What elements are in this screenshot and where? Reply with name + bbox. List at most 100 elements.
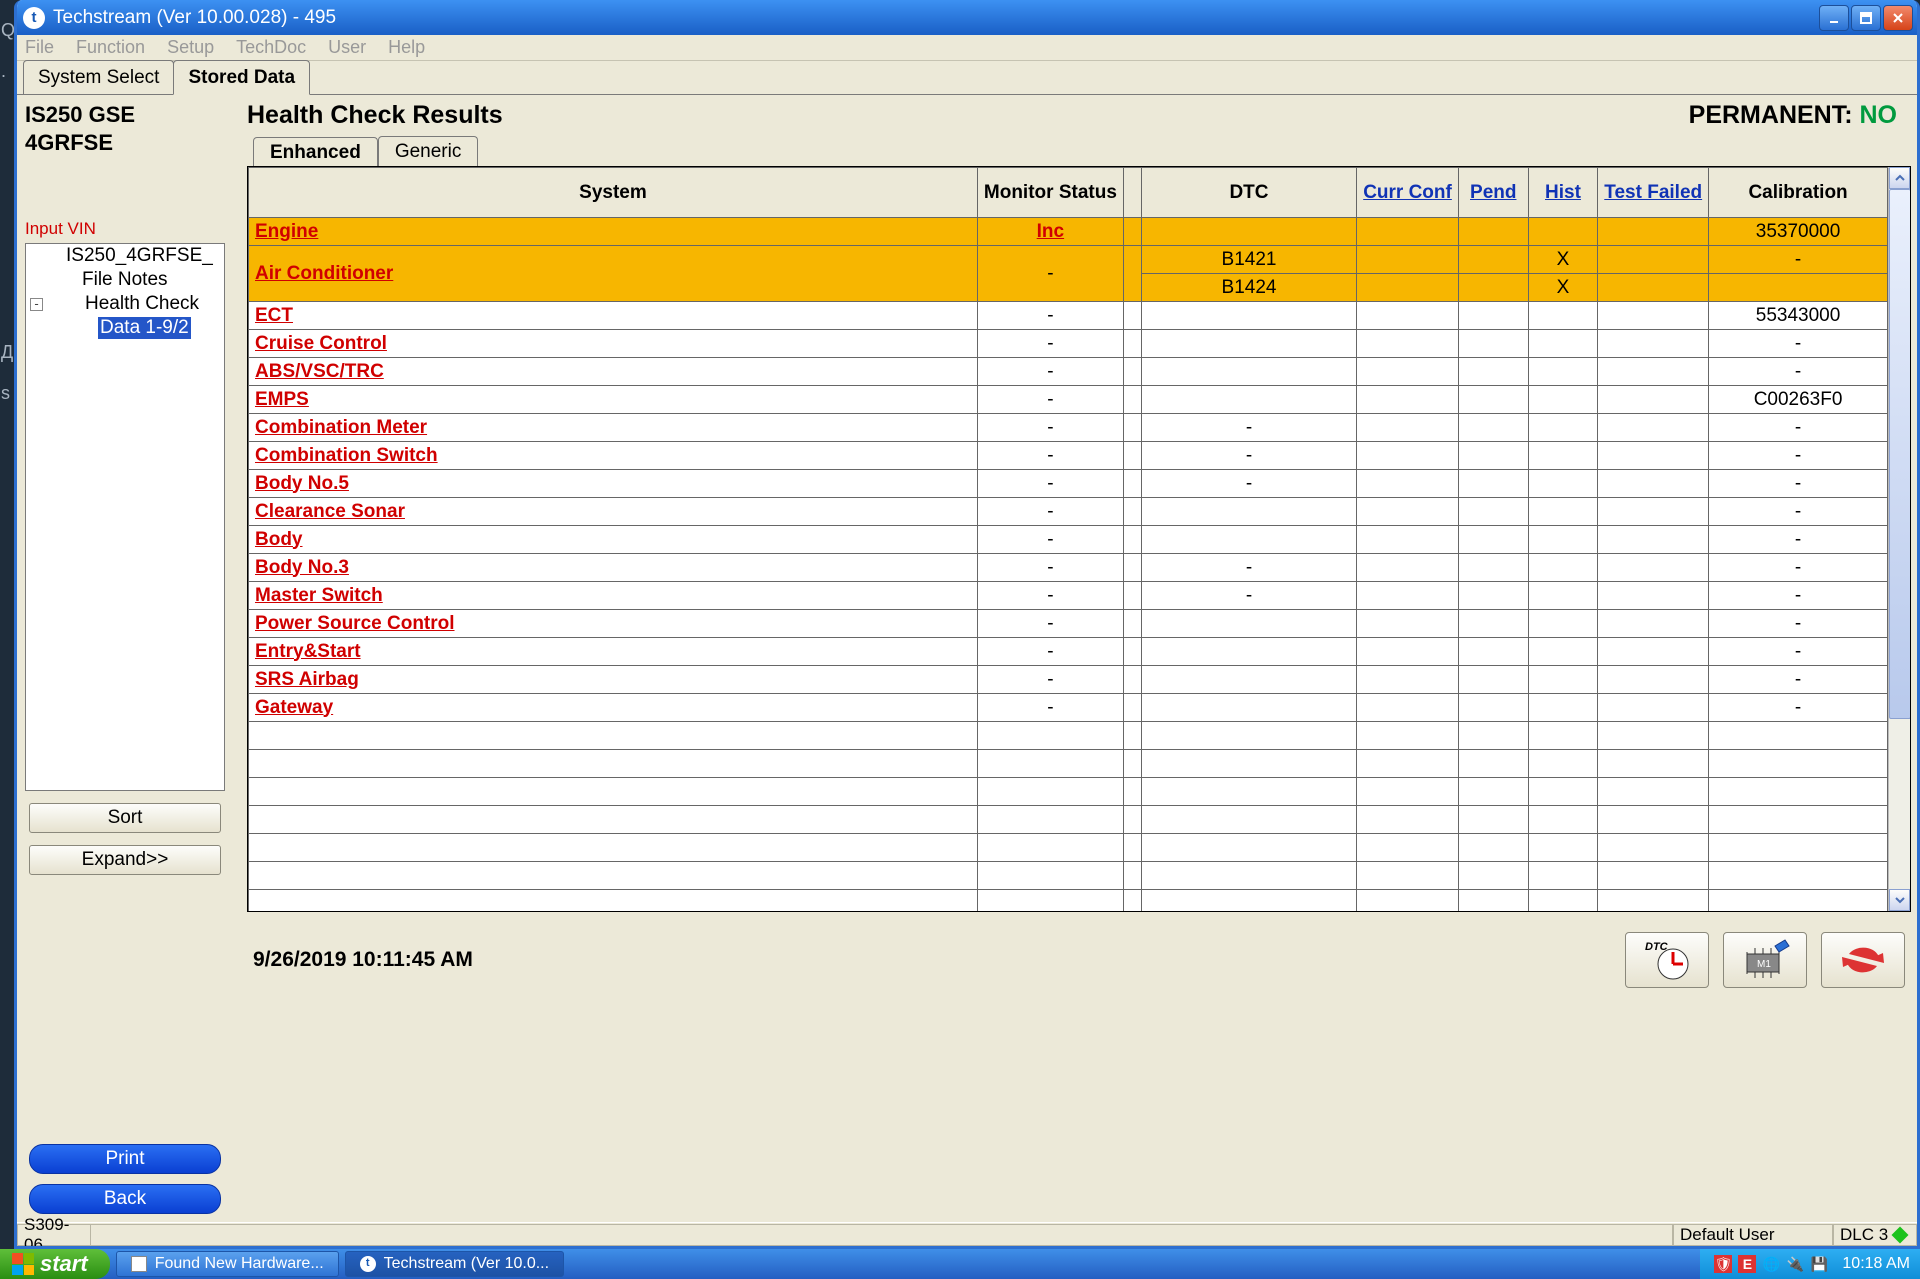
tab-stored-data[interactable]: Stored Data [173,60,310,95]
table-row[interactable]: Air Conditioner-B1421X- [249,246,1888,274]
table-row[interactable]: Body No.5--- [249,470,1888,498]
table-row-empty [249,806,1888,834]
table-row[interactable]: ABS/VSC/TRC-- [249,358,1888,386]
system-cell[interactable]: Cruise Control [249,330,978,358]
system-cell[interactable]: Body [249,526,978,554]
table-row[interactable]: Master Switch--- [249,582,1888,610]
system-cell[interactable]: Combination Meter [249,414,978,442]
vertical-scrollbar[interactable] [1888,167,1910,911]
col-calibration[interactable]: Calibration [1709,168,1888,218]
system-cell[interactable]: Engine [249,218,978,246]
menu-setup[interactable]: Setup [167,37,214,58]
system-cell[interactable]: Body No.5 [249,470,978,498]
menu-function[interactable]: Function [76,37,145,58]
system-cell[interactable]: Body No.3 [249,554,978,582]
subtab-generic[interactable]: Generic [378,136,479,167]
menu-techdoc[interactable]: TechDoc [236,37,306,58]
taskbar-item-techstream[interactable]: t Techstream (Ver 10.0... [345,1251,564,1277]
table-row[interactable]: Cruise Control-- [249,330,1888,358]
minimize-button[interactable] [1819,5,1849,31]
system-cell[interactable]: EMPS [249,386,978,414]
table-row[interactable]: ECT-55343000 [249,302,1888,330]
dtc-clock-button[interactable]: DTC [1625,932,1709,988]
document-tabs: System Select Stored Data [17,61,1917,95]
tray-remove-hardware-icon[interactable]: 💾 [1810,1255,1828,1273]
title-bar[interactable]: t Techstream (Ver 10.00.028) - 495 [17,0,1917,35]
table-row[interactable]: SRS Airbag-- [249,666,1888,694]
tree-health-check[interactable]: -Health Check [26,292,224,316]
app-window: t Techstream (Ver 10.00.028) - 495 File … [14,0,1920,1249]
system-cell[interactable]: ECT [249,302,978,330]
table-row[interactable]: Power Source Control-- [249,610,1888,638]
tab-system-select[interactable]: System Select [23,60,174,94]
col-monitor[interactable]: Monitor Status [977,168,1123,218]
table-row-empty [249,862,1888,890]
system-cell[interactable]: Combination Switch [249,442,978,470]
windows-logo-icon [12,1253,34,1275]
status-user: Default User [1673,1224,1833,1246]
tree-collapse-icon[interactable]: - [30,298,43,311]
desktop-background: Q.Дs [0,0,14,1249]
close-button[interactable] [1883,5,1913,31]
tray-network-icon[interactable]: 🌐 [1762,1255,1780,1273]
sidebar: IS250 GSE 4GRFSE Input VIN IS250_4GRFSE_… [17,95,241,1222]
table-row[interactable]: Combination Switch--- [249,442,1888,470]
system-tray[interactable]: 🛡 E 🌐 🔌 💾 10:18 AM [1700,1249,1920,1279]
tray-device-icon[interactable]: 🔌 [1786,1255,1804,1273]
maximize-button[interactable] [1851,5,1881,31]
col-curr-conf[interactable]: Curr Conf [1357,168,1459,218]
table-row[interactable]: Combination Meter--- [249,414,1888,442]
taskbar-item-hardware[interactable]: Found New Hardware... [116,1251,339,1277]
data-tree[interactable]: IS250_4GRFSE_ File Notes -Health Check D… [25,243,225,791]
input-vin-link[interactable]: Input VIN [25,219,233,239]
refresh-button[interactable] [1821,932,1905,988]
system-cell[interactable]: Entry&Start [249,638,978,666]
connection-indicator-icon [1892,1226,1909,1243]
table-row[interactable]: Clearance Sonar-- [249,498,1888,526]
tray-security-icon[interactable]: 🛡 [1714,1255,1732,1273]
status-dlc: DLC 3 [1833,1224,1917,1246]
tree-root[interactable]: IS250_4GRFSE_ [26,244,224,268]
menu-file[interactable]: File [25,37,54,58]
table-row[interactable]: Body No.3--- [249,554,1888,582]
system-cell[interactable]: Master Switch [249,582,978,610]
status-bar: S309-06 Default User DLC 3 [17,1222,1917,1246]
scroll-down-button[interactable] [1889,889,1910,911]
col-hist[interactable]: Hist [1528,168,1598,218]
page-title: Health Check Results [247,101,503,130]
table-row[interactable]: EngineInc35370000 [249,218,1888,246]
vehicle-model: IS250 GSE [25,101,233,129]
scroll-up-button[interactable] [1889,167,1910,189]
menu-user[interactable]: User [328,37,366,58]
system-cell[interactable]: Gateway [249,694,978,722]
expand-button[interactable]: Expand>> [29,845,221,875]
col-test-failed[interactable]: Test Failed [1598,168,1709,218]
print-button[interactable]: Print [29,1144,221,1174]
subtab-enhanced[interactable]: Enhanced [253,137,378,168]
menu-help[interactable]: Help [388,37,425,58]
tray-clock[interactable]: 10:18 AM [1842,1255,1910,1273]
system-cell[interactable]: Air Conditioner [249,246,978,302]
system-cell[interactable]: ABS/VSC/TRC [249,358,978,386]
col-system[interactable]: System [249,168,978,218]
tree-file-notes[interactable]: File Notes [26,268,224,292]
tray-error-icon[interactable]: E [1738,1255,1756,1273]
table-row[interactable]: EMPS-C00263F0 [249,386,1888,414]
ecu-write-button[interactable]: M1 [1723,932,1807,988]
table-row[interactable]: Gateway-- [249,694,1888,722]
col-pend[interactable]: Pend [1458,168,1528,218]
table-row[interactable]: Entry&Start-- [249,638,1888,666]
start-button[interactable]: start [0,1249,110,1279]
scroll-thumb[interactable] [1889,189,1911,719]
system-cell[interactable]: Clearance Sonar [249,498,978,526]
sort-button[interactable]: Sort [29,803,221,833]
table-row-empty [249,722,1888,750]
taskbar[interactable]: start Found New Hardware... t Techstream… [0,1249,1920,1279]
system-cell[interactable]: SRS Airbag [249,666,978,694]
system-cell[interactable]: Power Source Control [249,610,978,638]
vehicle-engine: 4GRFSE [25,129,233,157]
col-dtc[interactable]: DTC [1141,168,1356,218]
tree-data-item[interactable]: Data 1-9/2 [26,316,224,340]
table-row[interactable]: Body-- [249,526,1888,554]
back-button[interactable]: Back [29,1184,221,1214]
